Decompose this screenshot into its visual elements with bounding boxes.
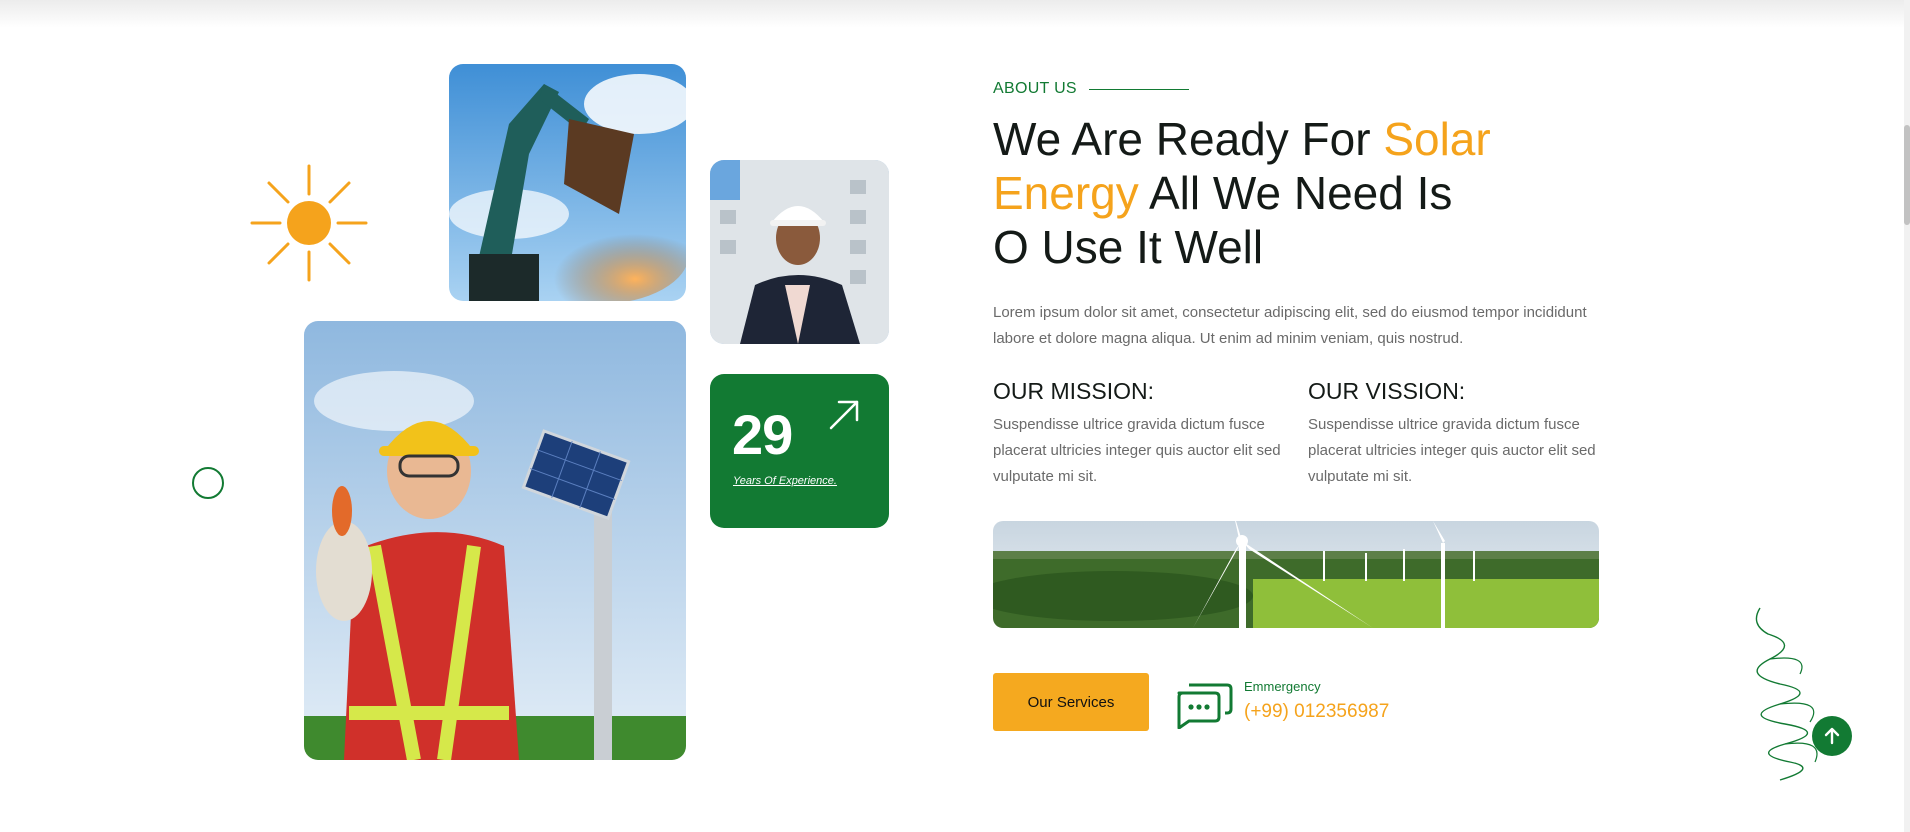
headline-accent-energy: Energy: [993, 167, 1139, 219]
mission-text: Suspendisse ultrice gravida dictum fusce…: [993, 416, 1281, 485]
header-shadow: [0, 0, 1910, 28]
back-to-top-button[interactable]: [1812, 716, 1852, 756]
intro-paragraph: Lorem ipsum dolor sit amet, consectetur …: [993, 304, 1587, 347]
solar-worker-photo: [304, 321, 686, 760]
emergency-phone[interactable]: (+99) 012356987: [1244, 701, 1389, 723]
section-eyebrow: ABOUT US: [993, 80, 1189, 98]
experience-label: Years Of Experience.: [733, 475, 837, 487]
sun-icon: [250, 164, 368, 282]
experience-number: 29: [732, 403, 793, 466]
our-services-button[interactable]: Our Services: [993, 673, 1149, 731]
wind-farm-photo: [993, 521, 1599, 628]
spring-decoration: [1755, 607, 1818, 781]
section-headline: We Are Ready For Solar Energy All We Nee…: [993, 112, 1553, 274]
experience-card: 29 Years Of Experience.: [710, 374, 889, 528]
headline-part2: All We Need Is: [1138, 167, 1453, 219]
arrow-up-right-icon[interactable]: [827, 398, 861, 432]
vision-text: Suspendisse ultrice gravida dictum fusce…: [1308, 416, 1596, 485]
vision-title: OUR VISSION:: [1308, 378, 1466, 404]
page-scrollbar[interactable]: [1904, 0, 1910, 832]
arrow-up-icon: [1824, 727, 1840, 745]
eyebrow-text: ABOUT US: [993, 80, 1077, 97]
headline-accent-solar: Solar: [1383, 113, 1491, 165]
eyebrow-divider: [1088, 88, 1189, 90]
excavator-photo: [449, 64, 686, 301]
scrollbar-thumb[interactable]: [1904, 125, 1910, 225]
engineer-woman-photo: [710, 160, 889, 344]
mission-title: OUR MISSION:: [993, 378, 1155, 404]
chat-bubbles-icon: [1177, 683, 1233, 729]
emergency-label: Emmergency: [1244, 679, 1321, 694]
headline-line3: O Use It Well: [993, 221, 1264, 273]
headline-part1: We Are Ready For: [993, 113, 1384, 165]
ring-decoration: [192, 467, 224, 499]
